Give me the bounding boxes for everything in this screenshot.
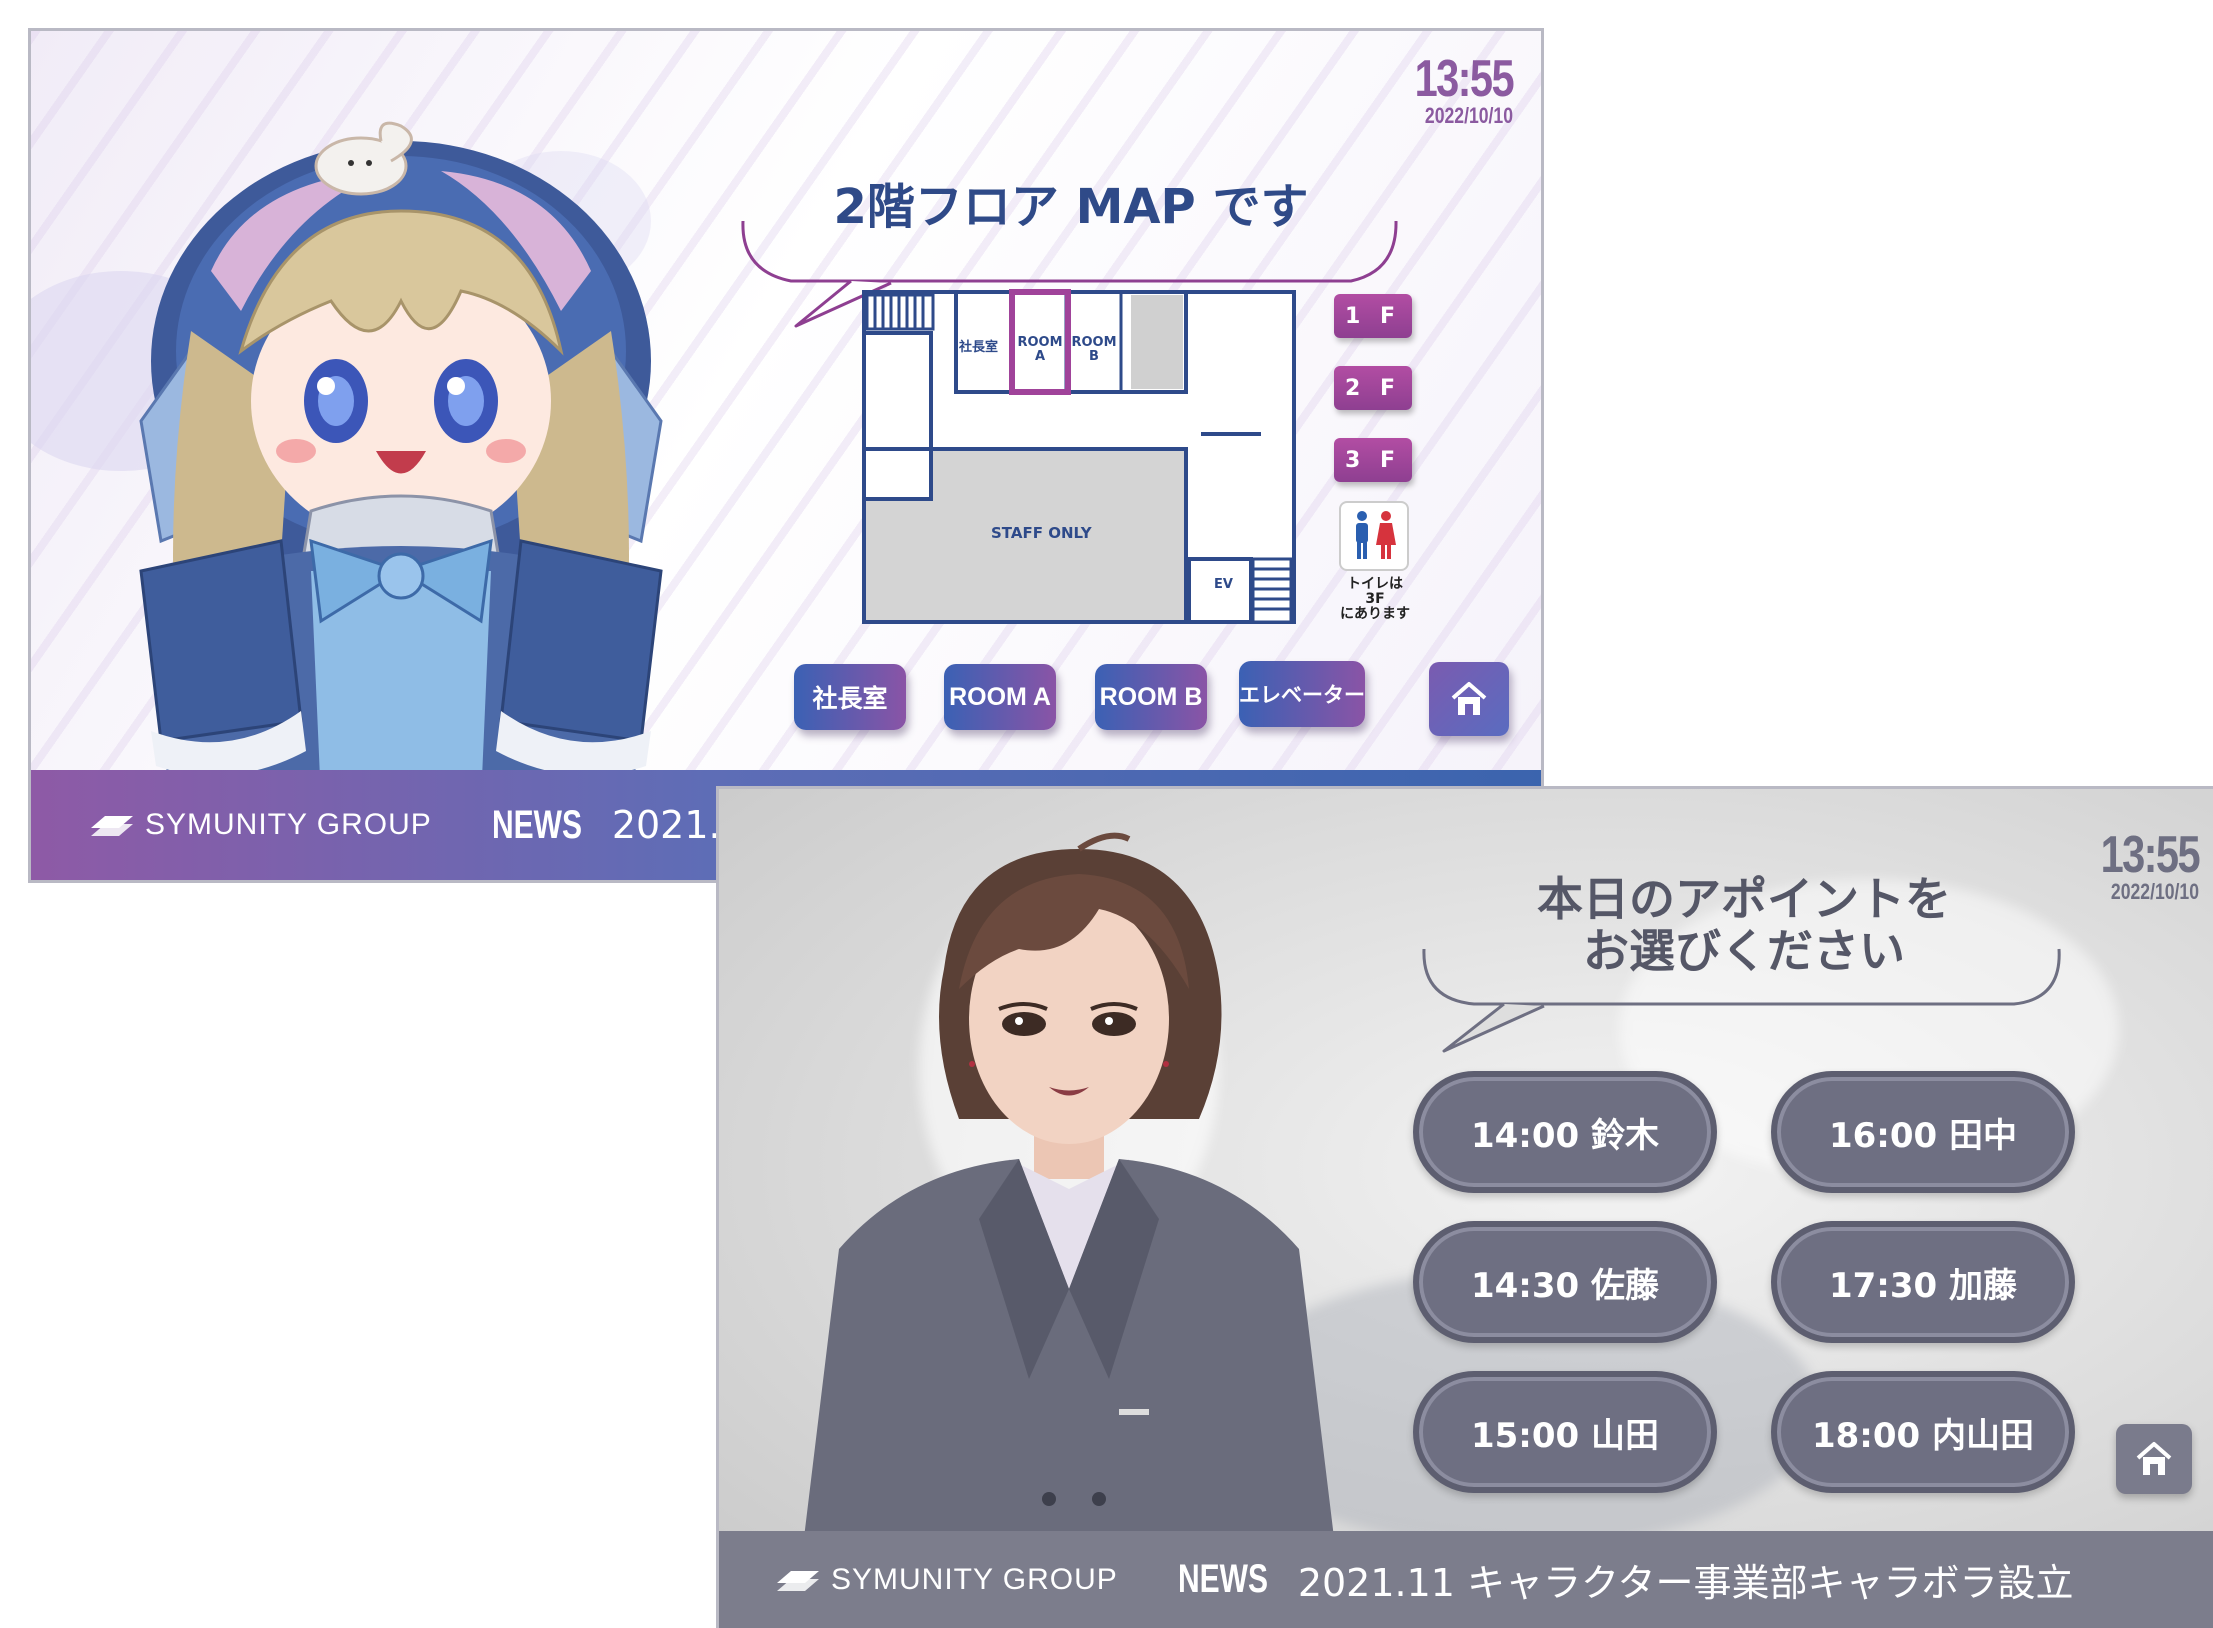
appointment-button[interactable]: 14:00 鈴木: [1413, 1071, 1717, 1193]
appointment-button[interactable]: 16:00 田中: [1771, 1071, 2075, 1193]
company-logo: SYMUNITY GROUP: [89, 808, 432, 842]
news-label: NEWS: [491, 802, 582, 847]
toilet-note-line1: トイレは3F: [1347, 576, 1403, 607]
speech-line-2: お選びください: [1583, 924, 1905, 978]
elevator-button[interactable]: エレベーター: [1239, 661, 1365, 727]
appointment-button[interactable]: 17:30 加藤: [1771, 1221, 2075, 1343]
floor-3f-button[interactable]: 3 F: [1334, 438, 1412, 482]
speech-text: 2階フロア MAP です: [833, 179, 1309, 235]
logo-icon: [777, 1570, 819, 1591]
toilet-icon: [1339, 501, 1409, 571]
map-label-room-a: ROOM A: [1017, 335, 1063, 364]
appointment-button[interactable]: 18:00 内山田: [1771, 1371, 2075, 1493]
speech-line-1: 本日のアポイントを: [1537, 872, 1951, 926]
map-label-room-b: ROOM B: [1071, 335, 1117, 364]
floor-2f-button[interactable]: 2 F: [1334, 366, 1412, 410]
map-label-ev: EV: [1214, 577, 1233, 592]
room-a-button[interactable]: ROOM A: [944, 664, 1056, 730]
company-name: SYMUNITY GROUP: [145, 808, 432, 841]
company-logo: SYMUNITY GROUP: [775, 1563, 1118, 1597]
home-icon: [2136, 1442, 2172, 1475]
room-b-button[interactable]: ROOM B: [1095, 664, 1207, 730]
appointment-screen: 13:55 2022/10/10 本日のアポイントを お選びください 14:00…: [716, 786, 2213, 1628]
news-label: NEWS: [1177, 1557, 1268, 1601]
clock-time: 13:55: [2100, 826, 2201, 884]
appointment-button[interactable]: 15:00 山田: [1413, 1371, 1717, 1493]
home-button[interactable]: [2116, 1424, 2192, 1494]
restroom-pictogram: [1356, 511, 1396, 559]
toilet-note-line2: にあります: [1340, 606, 1410, 622]
news-text: 2021.11 キャラクター事業部キャラボラ設立: [1297, 1561, 2074, 1605]
clock-time: 13:55: [1414, 50, 1515, 108]
toilet-sign: トイレは3F にあります: [1339, 501, 1411, 622]
speech-text: 本日のアポイントを お選びください: [1414, 873, 2074, 977]
news-bar: SYMUNITY GROUP NEWS 2021.11 キャラクター事業部キャラ…: [719, 1531, 2213, 1628]
appointment-button[interactable]: 14:30 佐藤: [1413, 1221, 1717, 1343]
speech-bubble: 本日のアポイントを お選びください: [1414, 829, 2074, 1059]
receptionist-character: [799, 832, 1339, 1579]
map-label-president-room: 社長室: [959, 340, 999, 355]
news-text: 2021.: [611, 803, 721, 847]
mascot-character: [139, 121, 663, 801]
clock: 13:55 2022/10/10: [1390, 50, 1515, 128]
clock-date: 2022/10/10: [1424, 103, 1513, 128]
logo-icon: [91, 816, 133, 836]
clock-date: 2022/10/10: [2110, 879, 2199, 904]
clock: 13:55 2022/10/10: [2076, 826, 2201, 904]
home-icon: [1451, 682, 1487, 715]
home-button[interactable]: [1429, 662, 1509, 736]
map-label-staff-only: STAFF ONLY: [991, 524, 1092, 542]
floor-1f-button[interactable]: 1 F: [1334, 294, 1412, 338]
floor-map-screen: 13:55 2022/10/10 2階フロア MAP です 社長室 ROOM A…: [28, 28, 1544, 883]
president-room-button[interactable]: 社長室: [794, 664, 906, 730]
company-name: SYMUNITY GROUP: [831, 1562, 1118, 1596]
